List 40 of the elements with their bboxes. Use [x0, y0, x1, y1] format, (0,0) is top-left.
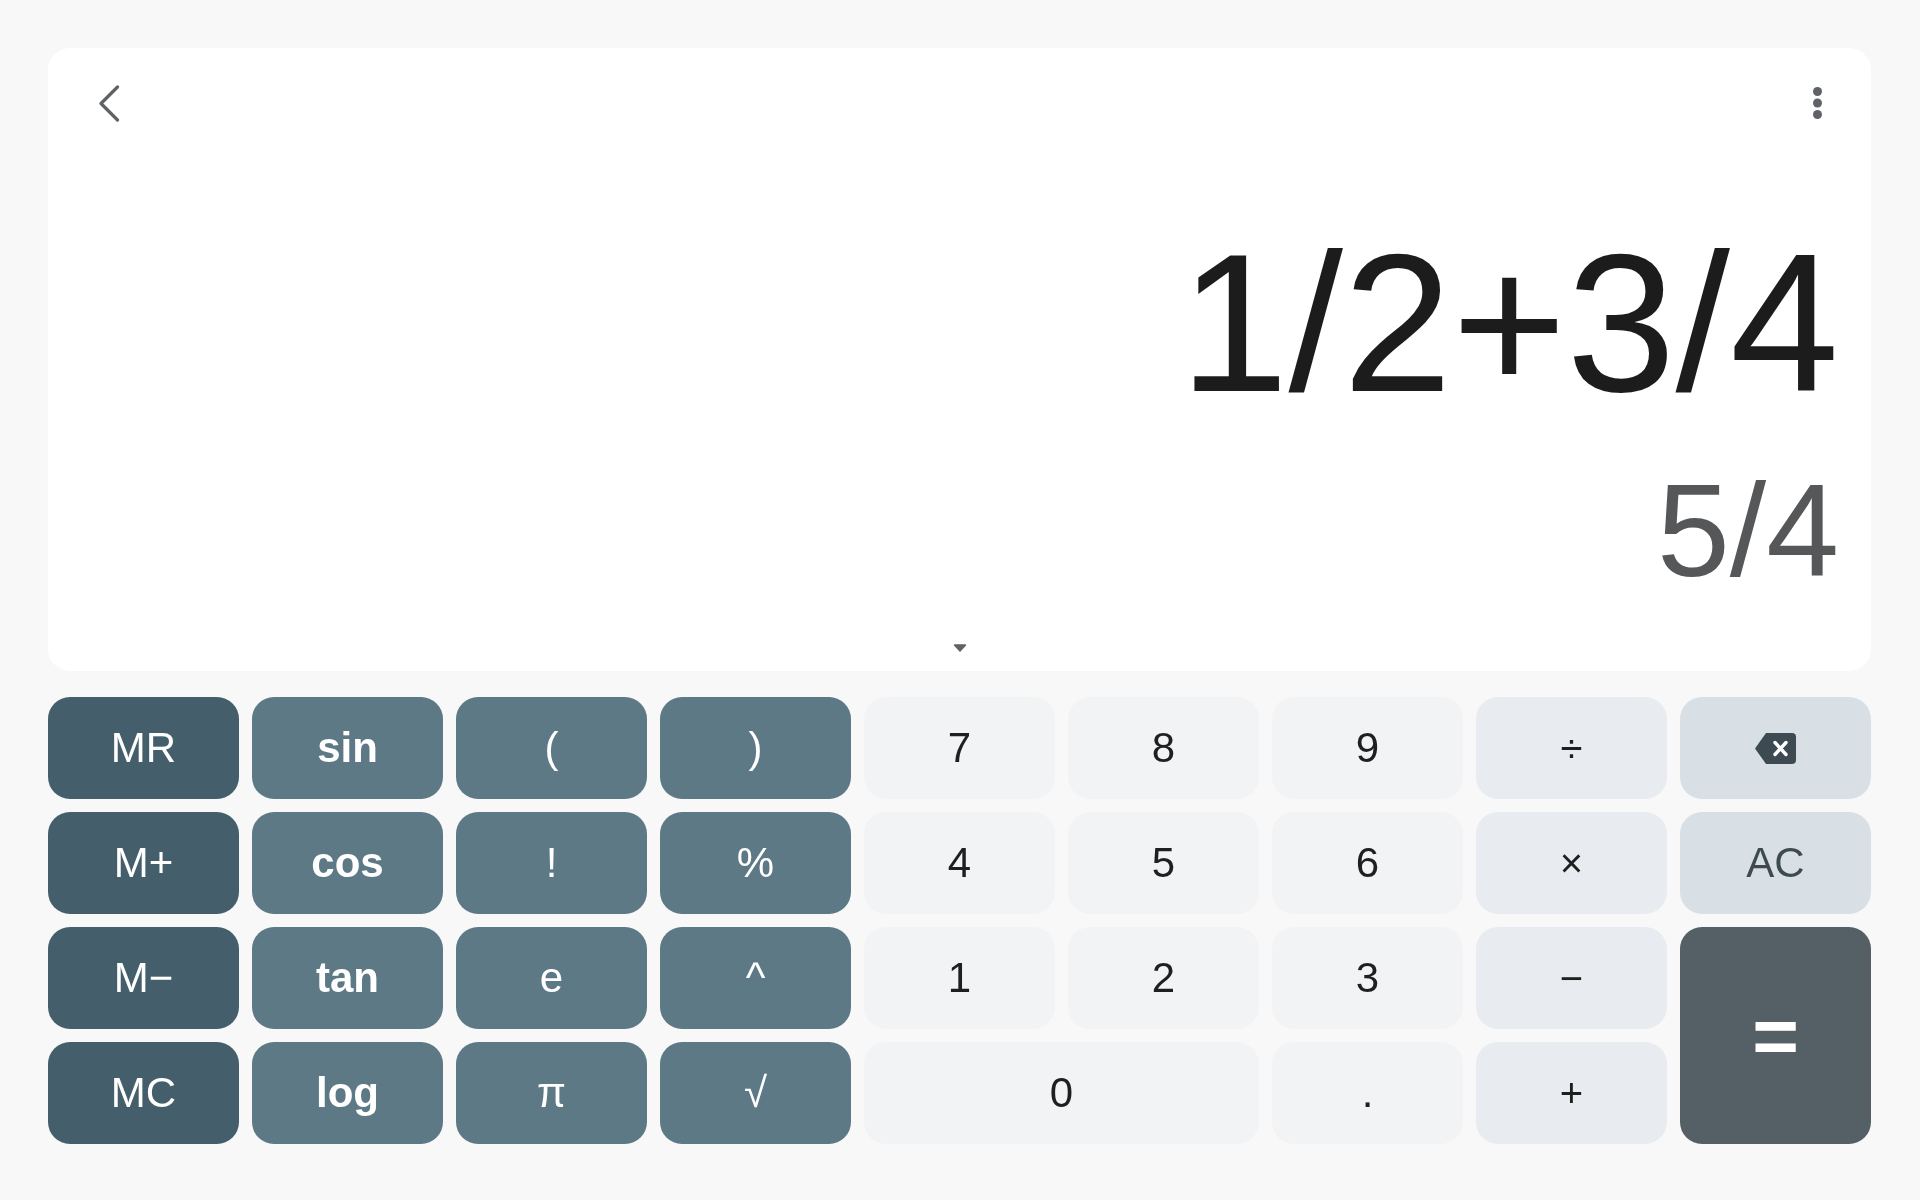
- equals-key[interactable]: =: [1680, 927, 1871, 1144]
- symbol-key[interactable]: ): [660, 697, 851, 799]
- digit-key[interactable]: 1: [864, 927, 1055, 1029]
- digit-key[interactable]: 6: [1272, 812, 1463, 914]
- operator-key[interactable]: ÷: [1476, 697, 1667, 799]
- function-key[interactable]: sin: [252, 697, 443, 799]
- symbol-key[interactable]: %: [660, 812, 851, 914]
- digit-key[interactable]: 2: [1068, 927, 1259, 1029]
- symbol-key[interactable]: √: [660, 1042, 851, 1144]
- operator-key[interactable]: ×: [1476, 812, 1667, 914]
- operator-key[interactable]: +: [1476, 1042, 1667, 1144]
- memory-key[interactable]: MC: [48, 1042, 239, 1144]
- function-key[interactable]: cos: [252, 812, 443, 914]
- backspace-icon: [1755, 732, 1796, 764]
- back-icon[interactable]: [98, 84, 120, 122]
- digit-key[interactable]: 0: [864, 1042, 1259, 1144]
- result-text: 5/4: [1656, 465, 1840, 596]
- clear-key[interactable]: AC: [1680, 812, 1871, 914]
- digit-key[interactable]: 3: [1272, 927, 1463, 1029]
- symbol-key[interactable]: ^: [660, 927, 851, 1029]
- digit-key[interactable]: .: [1272, 1042, 1463, 1144]
- symbol-key[interactable]: !: [456, 812, 647, 914]
- caret-icon[interactable]: [952, 644, 967, 652]
- digit-key[interactable]: 8: [1068, 697, 1259, 799]
- digit-key[interactable]: 9: [1272, 697, 1463, 799]
- symbol-key[interactable]: π: [456, 1042, 647, 1144]
- backspace-key[interactable]: [1680, 697, 1871, 799]
- function-key[interactable]: log: [252, 1042, 443, 1144]
- more-icon[interactable]: [1813, 87, 1822, 119]
- digit-key[interactable]: 5: [1068, 812, 1259, 914]
- operator-key[interactable]: −: [1476, 927, 1667, 1029]
- symbol-key[interactable]: (: [456, 697, 647, 799]
- symbol-key[interactable]: e: [456, 927, 647, 1029]
- memory-key[interactable]: MR: [48, 697, 239, 799]
- digit-key[interactable]: 4: [864, 812, 1055, 914]
- memory-key[interactable]: M+: [48, 812, 239, 914]
- memory-key[interactable]: M−: [48, 927, 239, 1029]
- function-key[interactable]: tan: [252, 927, 443, 1029]
- digit-key[interactable]: 7: [864, 697, 1055, 799]
- expression-text: 1/2+3/4: [1179, 226, 1840, 422]
